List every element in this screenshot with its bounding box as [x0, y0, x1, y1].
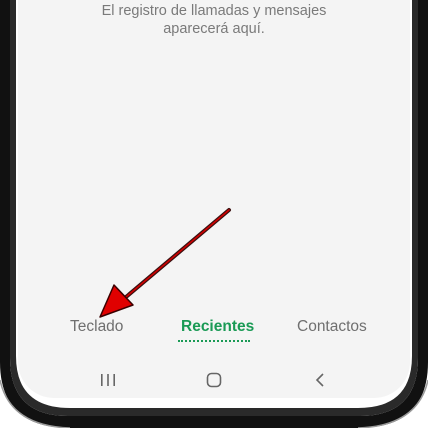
empty-state-line-1: El registro de llamadas y mensajes — [101, 3, 327, 19]
tab-keypad[interactable]: Teclado — [70, 318, 123, 336]
phone-screen: El registro de llamadas y mensajes apare… — [18, 0, 410, 398]
tab-recents[interactable]: Recientes — [181, 318, 254, 336]
recent-apps-icon — [101, 374, 115, 386]
recent-apps-button[interactable] — [96, 368, 120, 392]
home-icon — [206, 372, 222, 388]
empty-state-line-2: aparecerá aquí. — [163, 21, 265, 37]
empty-state-message: El registro de llamadas y mensajes apare… — [18, 2, 410, 38]
system-navigation-bar — [18, 362, 410, 398]
bottom-tab-bar: Teclado Recientes Contactos — [18, 318, 410, 348]
back-icon — [315, 373, 324, 387]
tab-contacts[interactable]: Contactos — [297, 318, 367, 336]
active-tab-indicator — [178, 340, 250, 342]
home-button[interactable] — [202, 368, 226, 392]
back-button[interactable] — [308, 368, 332, 392]
